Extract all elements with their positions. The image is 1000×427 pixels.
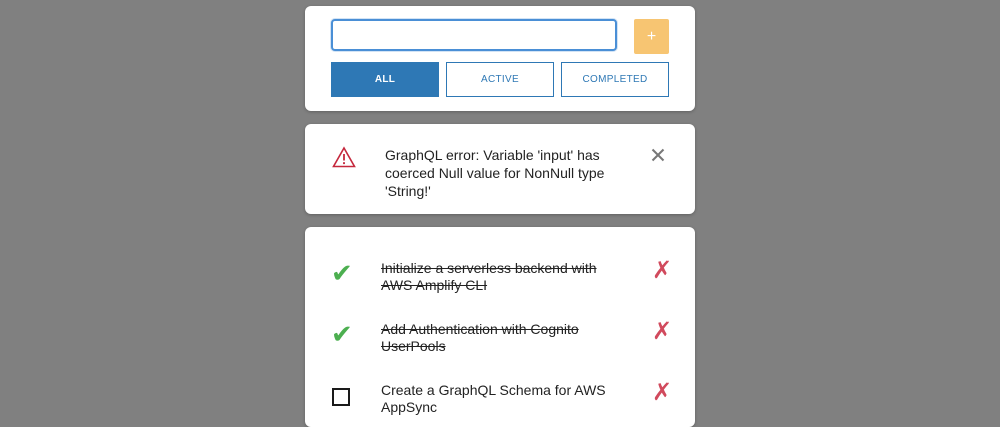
error-message: GraphQL error: Variable 'input' has coer… bbox=[385, 147, 605, 199]
new-todo-input[interactable] bbox=[331, 19, 617, 51]
filter-all-button[interactable]: ALL bbox=[331, 62, 439, 97]
warning-triangle-icon bbox=[332, 146, 356, 168]
todo-input-card: + ALL ACTIVE COMPLETED bbox=[305, 6, 695, 111]
filter-completed-button[interactable]: COMPLETED bbox=[561, 62, 669, 97]
todo-text: Initialize a serverless backend with AWS… bbox=[381, 260, 597, 293]
delete-todo-icon[interactable]: ✗ bbox=[652, 258, 672, 284]
todo-checkbox[interactable] bbox=[332, 388, 350, 406]
delete-todo-icon[interactable]: ✗ bbox=[652, 319, 672, 345]
todo-item: ✔ Initialize a serverless backend with A… bbox=[305, 258, 695, 300]
todo-list-card: ✔ Initialize a serverless backend with A… bbox=[305, 227, 695, 427]
add-todo-button[interactable]: + bbox=[634, 19, 669, 54]
filter-active-button[interactable]: ACTIVE bbox=[446, 62, 554, 97]
todo-item: Create a GraphQL Schema for AWS AppSync … bbox=[305, 380, 695, 422]
todo-text: Add Authentication with Cognito UserPool… bbox=[381, 321, 579, 354]
checkmark-icon[interactable]: ✔ bbox=[331, 321, 355, 347]
delete-todo-icon[interactable]: ✗ bbox=[652, 380, 672, 406]
error-card: GraphQL error: Variable 'input' has coer… bbox=[305, 124, 695, 214]
todo-item: ✔ Add Authentication with Cognito UserPo… bbox=[305, 319, 695, 361]
todo-text: Create a GraphQL Schema for AWS AppSync bbox=[381, 382, 606, 415]
close-icon[interactable] bbox=[651, 148, 665, 162]
checkmark-icon[interactable]: ✔ bbox=[331, 260, 355, 286]
